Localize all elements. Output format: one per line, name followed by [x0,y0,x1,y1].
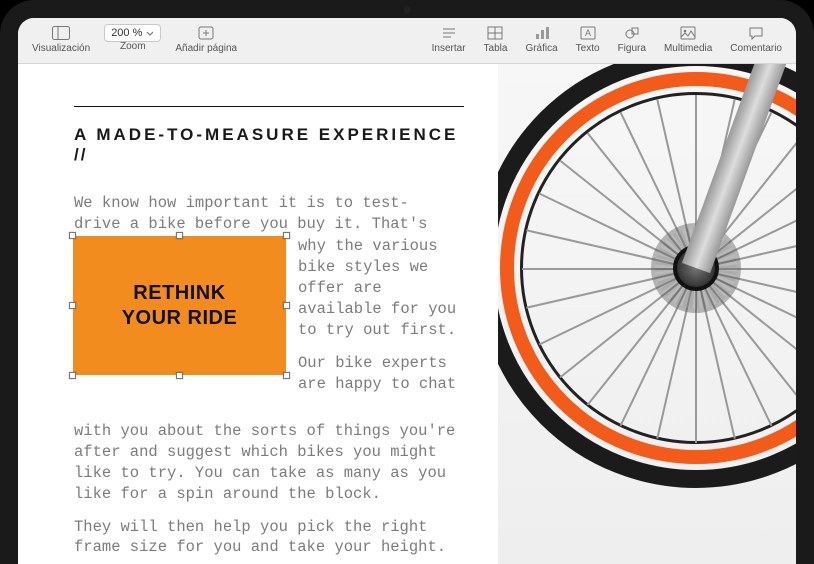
callout-line1: RETHINK [122,281,238,306]
shape-label: Figura [618,44,646,54]
text-button[interactable]: A Texto [568,22,608,56]
sidebar-layout-icon [52,24,70,42]
header-rule [74,106,464,107]
media-label: Multimedia [664,44,712,54]
add-page-button[interactable]: Añadir página [167,22,245,56]
p1-line2: drive a bike before you buy it. That's [74,214,466,235]
device-frame: Visualización 200 % Zoom Añadir página I… [0,0,814,564]
insert-button[interactable]: Insertar [424,22,474,56]
resize-handle-tr[interactable] [283,232,290,239]
resize-handle-mr[interactable] [283,302,290,309]
p2-right: Our bike experts are happy to chat [298,353,466,395]
resize-handle-br[interactable] [283,372,290,379]
body-text-area[interactable]: We know how important it is to test- dri… [74,193,466,558]
comment-label: Comentario [730,44,782,54]
chart-button[interactable]: Gráfica [517,22,565,56]
bicycle-wheel-image [498,64,796,488]
zoom-label: Zoom [120,42,146,52]
image-icon [680,24,696,42]
callout-line2: YOUR RIDE [122,306,238,331]
view-button[interactable]: Visualización [24,22,98,56]
callout-box[interactable]: RETHINK YOUR RIDE [73,236,286,375]
text-label: Texto [576,44,600,54]
p2-continuation: with you about the sorts of things you'r… [74,421,466,505]
zoom-control[interactable]: 200 % Zoom [100,22,165,54]
page-content[interactable]: A MADE-TO-MEASURE EXPERIENCE // We know … [18,64,498,564]
chart-label: Gráfica [525,44,557,54]
document-canvas[interactable]: A MADE-TO-MEASURE EXPERIENCE // We know … [18,64,796,564]
section-heading[interactable]: A MADE-TO-MEASURE EXPERIENCE // [74,125,476,165]
shapes-icon [624,24,640,42]
shape-button[interactable]: Figura [610,22,654,56]
chevron-down-icon [146,31,154,36]
p1-line1: We know how important it is to test- [74,193,466,214]
comment-bubble-icon [748,24,764,42]
table-button[interactable]: Tabla [476,22,516,56]
p3: They will then help you pick the right f… [74,517,466,559]
resize-handle-bm[interactable] [176,372,183,379]
resize-handle-tm[interactable] [176,232,183,239]
image-column[interactable] [498,64,796,564]
view-label: Visualización [32,44,90,54]
svg-text:A: A [585,28,591,38]
insert-label: Insertar [432,44,466,54]
media-button[interactable]: Multimedia [656,22,720,56]
zoom-value: 200 % [111,27,142,39]
resize-handle-tl[interactable] [69,232,76,239]
toolbar: Visualización 200 % Zoom Añadir página I… [18,18,796,64]
plus-page-icon [198,24,214,42]
bar-chart-icon [534,24,550,42]
device-camera [404,6,411,13]
resize-handle-bl[interactable] [69,372,76,379]
add-page-label: Añadir página [175,44,237,54]
resize-handle-ml[interactable] [69,302,76,309]
p1-right: why the various bike styles we offer are… [298,236,466,341]
comment-button[interactable]: Comentario [722,22,790,56]
table-grid-icon [487,24,503,42]
text-box-icon: A [580,24,596,42]
lines-icon [441,24,457,42]
heading-suffix: // [74,145,87,164]
heading-text: A MADE-TO-MEASURE EXPERIENCE [74,125,458,144]
table-label: Tabla [484,44,508,54]
